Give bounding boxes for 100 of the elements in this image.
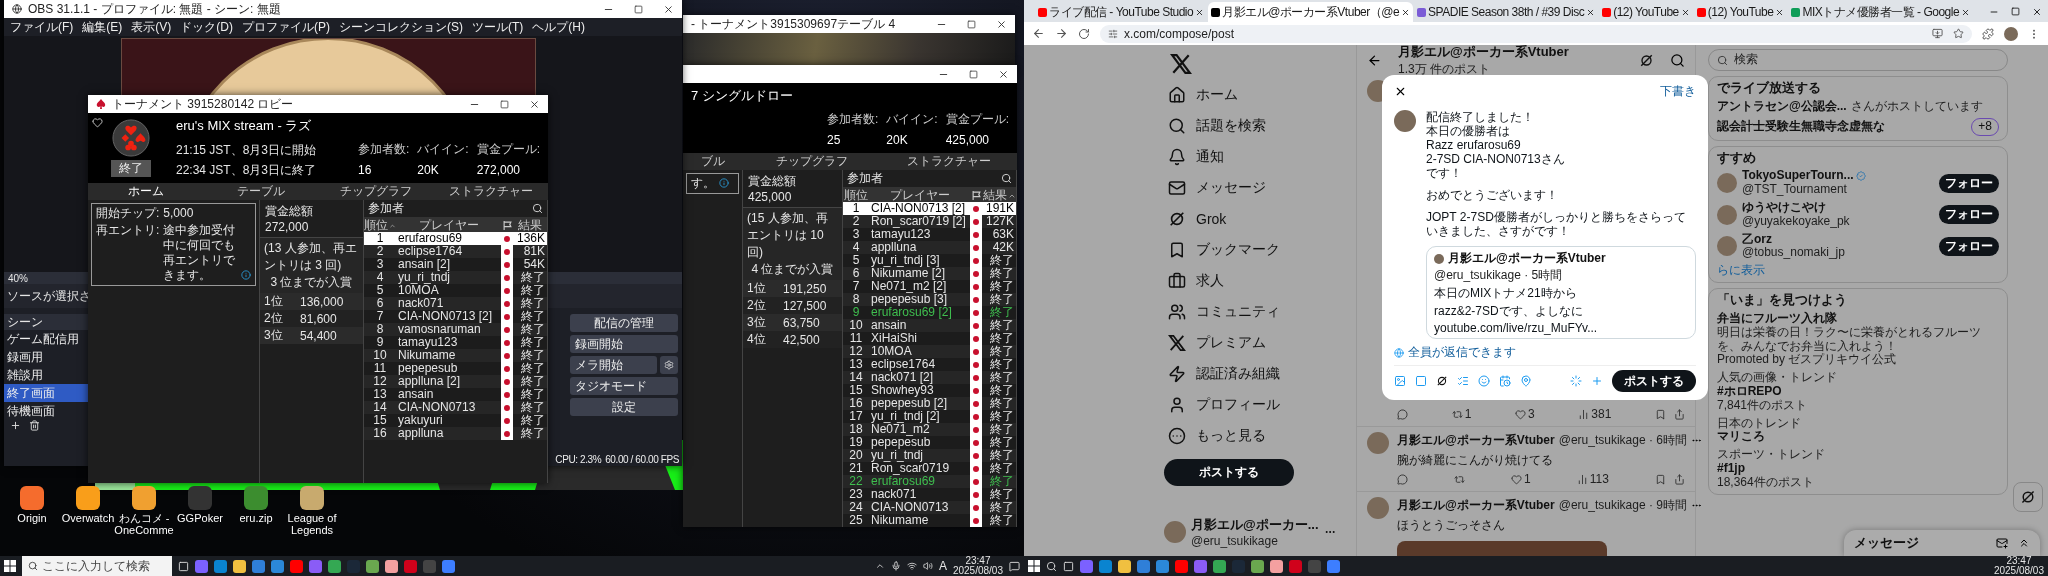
- flag-header-icon[interactable]: [502, 221, 512, 230]
- control-button[interactable]: 設定: [570, 398, 678, 416]
- poll-icon[interactable]: [1457, 375, 1469, 387]
- expand-icon[interactable]: [2018, 537, 2030, 549]
- nav-item[interactable]: Grok: [1164, 203, 1344, 234]
- participant-row[interactable]: 2 Ron_scar0719 [2] 127K: [843, 215, 1016, 228]
- lobby-tab[interactable]: ブル: [683, 153, 743, 172]
- reply-icon[interactable]: [1397, 473, 1408, 485]
- nav-item[interactable]: メッセージ: [1164, 172, 1344, 203]
- taskbar-app-icon[interactable]: [1080, 559, 1093, 573]
- like-icon[interactable]: [1511, 473, 1523, 485]
- site-info-icon[interactable]: [1108, 28, 1118, 39]
- lobby-tab[interactable]: チップグラフ: [743, 153, 880, 172]
- windows-start-icon[interactable]: [1028, 560, 1040, 572]
- participant-row[interactable]: 2 eclipse1764 81K: [364, 245, 547, 258]
- nav-item[interactable]: 求人: [1164, 265, 1344, 296]
- compose-text[interactable]: JOPT 2-7SD優勝者がしっかりと勝ちをさらっていきました、さすがです！: [1426, 210, 1696, 238]
- settings-button[interactable]: [660, 356, 678, 374]
- taskbar-search-field[interactable]: ここに入力して検索: [22, 556, 172, 576]
- shortcut-label[interactable]: League of Legends: [284, 512, 340, 537]
- participant-row[interactable]: 4 applluna 42K: [843, 241, 1016, 254]
- drafts-link[interactable]: 下書き: [1660, 83, 1696, 100]
- column-header[interactable]: 順位: [843, 187, 869, 204]
- maximize-icon[interactable]: [634, 4, 643, 14]
- menu-item[interactable]: ファイル(F): [10, 18, 74, 36]
- reply-icon[interactable]: [1397, 408, 1408, 420]
- app-shortcut-icon[interactable]: [76, 486, 100, 510]
- browser-tab[interactable]: (12) YouTube: [1599, 2, 1693, 22]
- share-icon[interactable]: [1673, 473, 1685, 485]
- participant-row[interactable]: 6 Nikumame [2] 終了: [843, 267, 1016, 280]
- grok-button[interactable]: [2013, 482, 2043, 512]
- participant-row[interactable]: 18 Ne071_m2 終了: [843, 423, 1016, 436]
- taskbar-app-icon[interactable]: [385, 559, 398, 573]
- participant-row[interactable]: 16 applluna 終了: [364, 427, 547, 440]
- taskbar-app-icon[interactable]: [252, 559, 265, 573]
- address-bar[interactable]: x.com/compose/post: [1100, 24, 1972, 43]
- favorite-icon[interactable]: [92, 117, 103, 128]
- scene-item[interactable]: 終了画面: [4, 384, 88, 402]
- lobby-tab[interactable]: ストラクチャー: [433, 183, 548, 202]
- participant-row[interactable]: 22 erufarosu69 終了: [843, 475, 1016, 488]
- participant-row[interactable]: 4 yu_ri_tndj 終了: [364, 271, 547, 284]
- taskbar-app-icon[interactable]: [1118, 559, 1131, 573]
- browser-tab[interactable]: (12) YouTube: [1693, 2, 1788, 22]
- views-icon[interactable]: [1578, 408, 1590, 420]
- clock-date[interactable]: 2025/08/03: [1993, 566, 2044, 576]
- reload-icon[interactable]: [1078, 27, 1090, 40]
- share-icon[interactable]: [1673, 408, 1685, 420]
- menu-item[interactable]: ツール(T): [472, 18, 524, 36]
- column-header[interactable]: プレイヤー: [396, 217, 501, 234]
- scene-item[interactable]: 待機画面: [4, 402, 88, 420]
- nav-item[interactable]: プロフィール: [1164, 389, 1344, 420]
- image-icon[interactable]: [1394, 375, 1406, 387]
- close-icon[interactable]: [998, 68, 1009, 80]
- control-button[interactable]: タジオモード: [570, 377, 678, 395]
- grok-icon[interactable]: [1639, 52, 1654, 68]
- forward-icon[interactable]: [1055, 27, 1068, 40]
- scene-item[interactable]: 雑談用: [4, 366, 88, 384]
- nav-item[interactable]: コミュニティ: [1164, 296, 1344, 327]
- lobby-tab[interactable]: ストラクチャー: [880, 153, 1017, 172]
- location-icon[interactable]: [1520, 375, 1532, 387]
- search-icon[interactable]: [532, 203, 543, 214]
- compose-text[interactable]: 配信終了しました！: [1426, 110, 1696, 124]
- messages-drawer[interactable]: メッセージ: [1844, 530, 2040, 556]
- lobby-tab[interactable]: テーブル: [203, 183, 318, 202]
- profile-avatar[interactable]: [2004, 26, 2018, 41]
- taskbar-app-icon[interactable]: [233, 559, 246, 573]
- participant-row[interactable]: 10 ansain 終了: [843, 319, 1016, 332]
- compose-text[interactable]: 2-7SD CIA-NON0713さん: [1426, 152, 1696, 166]
- taskbar-app-icon[interactable]: [214, 559, 227, 573]
- shortcut-label[interactable]: Origin: [17, 512, 47, 525]
- lobby-tab[interactable]: チップグラフ: [318, 183, 433, 202]
- search-icon[interactable]: [1001, 173, 1012, 184]
- taskbar-app-icon[interactable]: [1137, 559, 1150, 573]
- taskbar-app-icon[interactable]: [1099, 559, 1112, 573]
- repost-icon[interactable]: [1451, 408, 1463, 420]
- notification-icon[interactable]: [1009, 560, 1020, 572]
- nav-item[interactable]: ホーム: [1164, 79, 1344, 110]
- back-icon[interactable]: [1032, 27, 1045, 40]
- ime-indicator[interactable]: A: [938, 559, 947, 573]
- trash-icon[interactable]: [29, 420, 40, 431]
- like-icon[interactable]: [1514, 408, 1526, 420]
- taskbar-app-icon[interactable]: [328, 559, 341, 573]
- trend-name[interactable]: #f1jp: [1717, 461, 1999, 476]
- menu-item[interactable]: プロファイル(P): [242, 18, 330, 36]
- compose-text[interactable]: Razz erufarosu69: [1426, 138, 1696, 152]
- clock-time[interactable]: 23:47: [2006, 556, 2032, 566]
- taskbar-app-icon[interactable]: [195, 559, 208, 573]
- taskbar-app-icon[interactable]: [1156, 559, 1169, 573]
- bookmark-icon[interactable]: [1654, 408, 1666, 420]
- maximize-icon[interactable]: [967, 19, 976, 29]
- app-shortcut-icon[interactable]: [244, 486, 268, 510]
- clock-time[interactable]: 23:47: [965, 556, 991, 566]
- trend-name[interactable]: #ホロREPO: [1717, 384, 1999, 399]
- close-icon[interactable]: [996, 18, 1007, 30]
- task-view-icon[interactable]: [1063, 560, 1074, 572]
- follow-button[interactable]: フォロー: [1939, 205, 1999, 225]
- scene-item[interactable]: ゲーム配信用: [4, 330, 88, 348]
- browser-tab[interactable]: MIXトナメ優勝者一覧 - Google: [1788, 2, 1974, 22]
- participant-row[interactable]: 10 Nikumame 終了: [364, 349, 547, 362]
- control-button[interactable]: 配信の管理: [570, 314, 678, 332]
